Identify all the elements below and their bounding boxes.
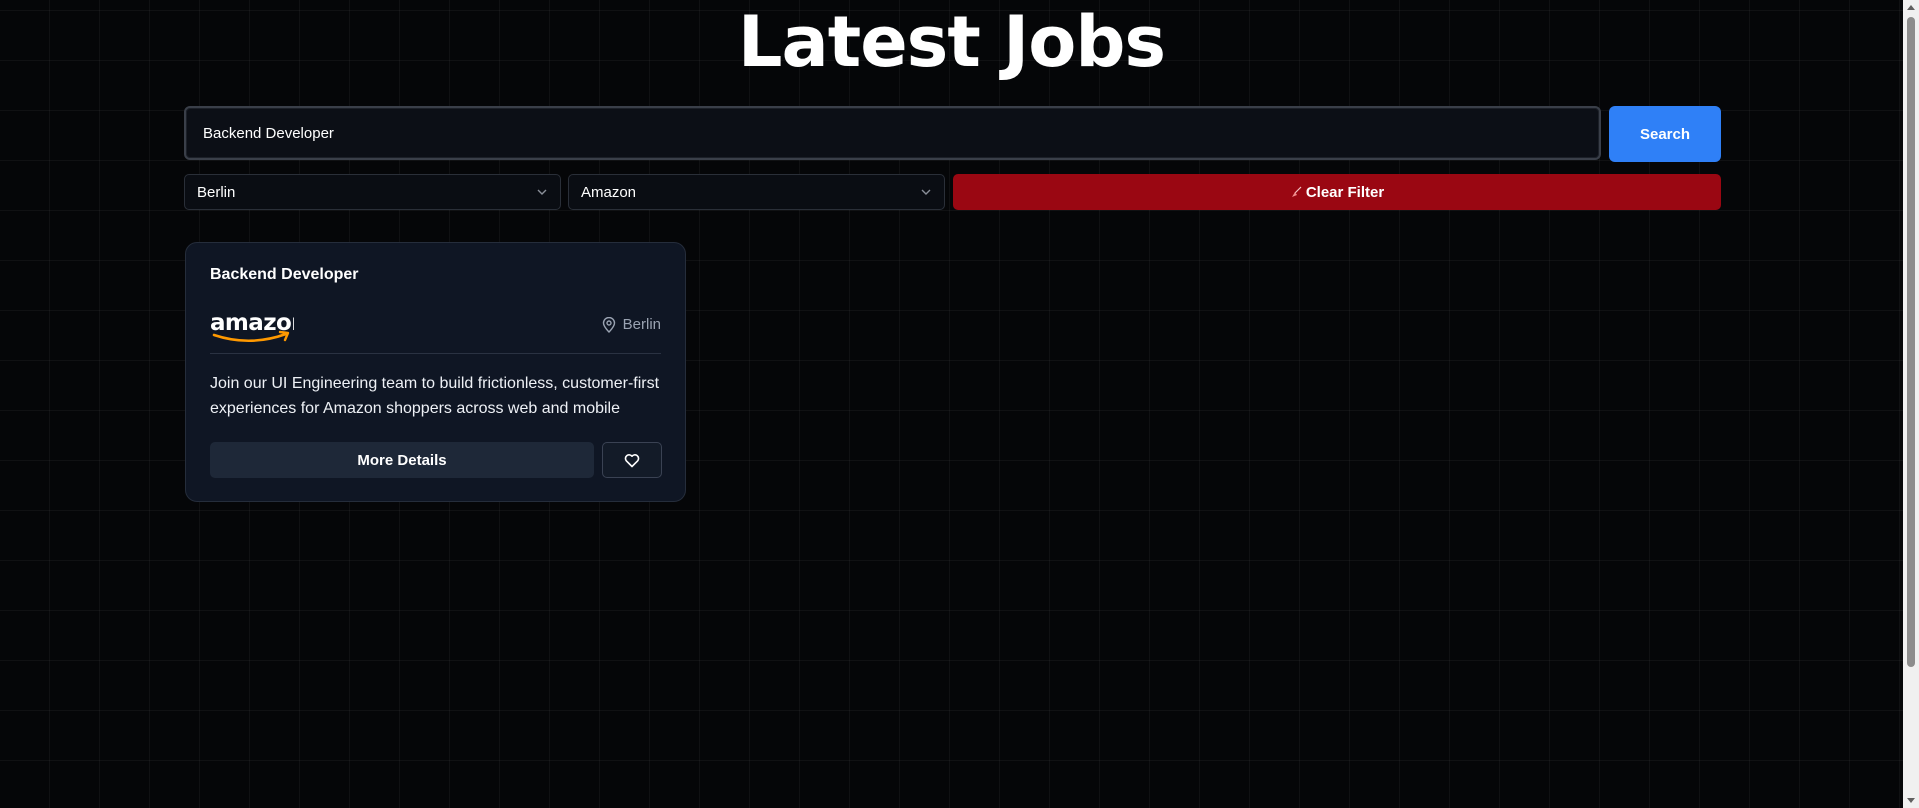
- job-location: Berlin: [602, 316, 661, 333]
- scroll-down-arrow-icon[interactable]: [1907, 798, 1915, 803]
- search-input[interactable]: [184, 106, 1601, 160]
- chevron-down-icon: [921, 189, 931, 195]
- job-title: Backend Developer: [210, 266, 359, 283]
- company-select-value: Amazon: [581, 183, 637, 201]
- chevron-down-icon: [537, 189, 547, 195]
- amazon-logo: amazon: [210, 310, 294, 343]
- location-select[interactable]: Berlin: [184, 174, 561, 210]
- job-description: Join our UI Engineering team to build fr…: [210, 375, 660, 417]
- card-divider: [210, 353, 661, 354]
- more-details-button[interactable]: More Details: [210, 442, 594, 478]
- page: Latest Jobs Search Berlin Amazon Clear F…: [0, 0, 1903, 808]
- broom-icon: [1291, 186, 1302, 197]
- company-select[interactable]: Amazon: [568, 174, 945, 210]
- location-select-value: Berlin: [197, 183, 236, 201]
- scroll-thumb[interactable]: [1907, 17, 1915, 667]
- clear-filter-button[interactable]: Clear Filter: [953, 174, 1721, 210]
- map-pin-icon: [602, 316, 615, 333]
- clear-filter-label: Clear Filter: [1305, 183, 1385, 201]
- search-button[interactable]: Search: [1609, 106, 1721, 162]
- favorite-button[interactable]: [602, 442, 662, 478]
- page-scrollbar[interactable]: [1903, 0, 1919, 808]
- scroll-up-arrow-icon[interactable]: [1907, 5, 1915, 10]
- job-location-label: Berlin: [622, 316, 661, 333]
- job-card: Backend Developer amazon Berlin Join our…: [185, 242, 686, 502]
- page-title: Latest Jobs: [737, 1, 1166, 83]
- heart-icon: [624, 453, 640, 467]
